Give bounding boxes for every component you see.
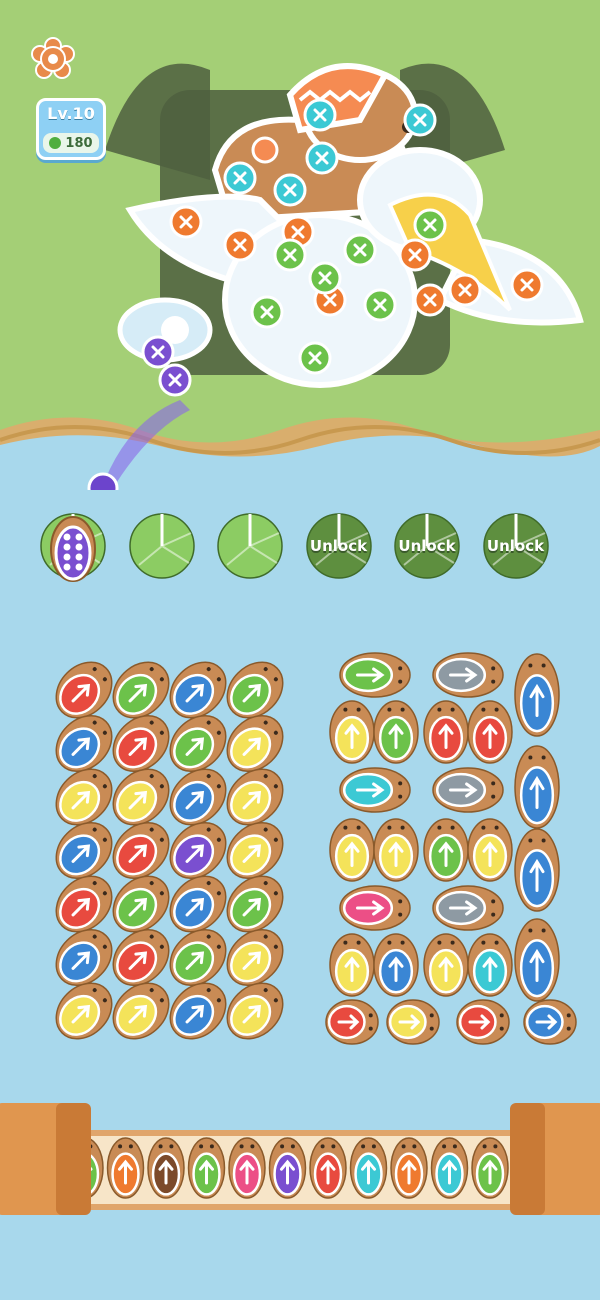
queued-capybara[interactable] (106, 1137, 145, 1199)
tray-box-right (505, 1103, 600, 1218)
queued-capybara[interactable] (430, 1137, 469, 1199)
queued-capybara[interactable] (187, 1137, 226, 1199)
queued-capybara[interactable] (228, 1137, 266, 1199)
queued-capybara[interactable] (268, 1137, 307, 1199)
tray-box-left (0, 1103, 96, 1218)
game-scene: Lv.10 180 Unlock Unlock Unlock (0, 0, 600, 1300)
queued-capybara[interactable] (471, 1137, 509, 1199)
queued-capybara[interactable] (349, 1137, 388, 1199)
queued-capybara[interactable] (309, 1137, 347, 1199)
queued-capybara[interactable] (390, 1137, 428, 1199)
queued-capybara[interactable] (147, 1137, 185, 1199)
